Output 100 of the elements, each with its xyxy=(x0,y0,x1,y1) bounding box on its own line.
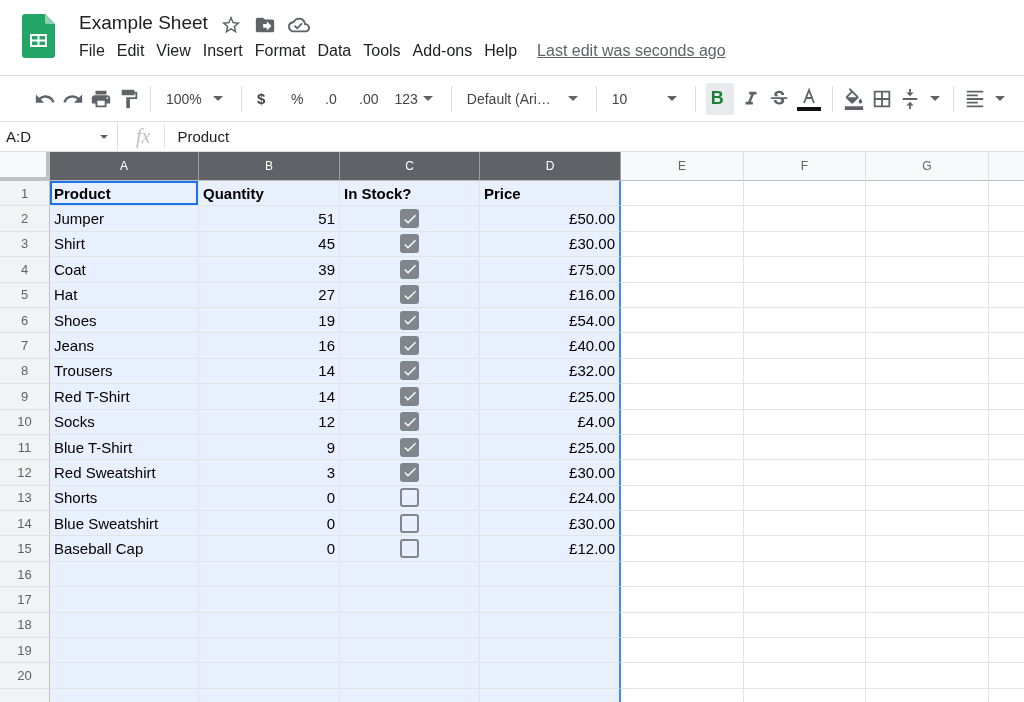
table-cell: Blue T-Shirt xyxy=(50,434,199,461)
row-header[interactable]: 15 xyxy=(0,536,50,562)
row-header[interactable]: 13 xyxy=(0,485,50,512)
dropdown-caret-icon xyxy=(994,96,1005,101)
table-header-cell: Quantity xyxy=(199,181,340,207)
dropdown-caret-icon xyxy=(213,96,223,101)
spreadsheet-logo xyxy=(22,14,55,58)
table-cell: Blue Sweatshirt xyxy=(50,511,199,537)
checkbox[interactable] xyxy=(400,513,419,533)
table-cell: Hat xyxy=(50,282,199,308)
column-header[interactable]: B xyxy=(199,152,340,181)
table-cell: £30.00 xyxy=(480,460,621,486)
column-header[interactable]: A xyxy=(50,152,199,181)
table-cell: 0 xyxy=(199,511,340,537)
table-header-cell: Price xyxy=(480,181,621,207)
dropdown-caret-icon xyxy=(100,134,108,139)
table-cell: 16 xyxy=(199,333,340,359)
function-label: fx xyxy=(118,125,166,148)
table-cell: £30.00 xyxy=(480,511,621,537)
checkbox[interactable] xyxy=(400,412,419,432)
checkbox[interactable] xyxy=(400,437,419,457)
menu-item[interactable]: Insert xyxy=(196,42,249,60)
table-cell: Coat xyxy=(50,257,199,283)
number-format-dropdown[interactable]: 123 xyxy=(389,82,441,115)
menu-item[interactable]: Data xyxy=(311,42,358,60)
table-cell: £16.00 xyxy=(480,282,621,308)
star-icon[interactable] xyxy=(219,14,242,36)
row-header[interactable]: 1 xyxy=(0,181,50,207)
column-header[interactable]: G xyxy=(866,152,989,181)
row-header[interactable]: 2 xyxy=(0,206,50,232)
table-cell: Red T-Shirt xyxy=(50,384,199,410)
font-dropdown[interactable]: Default (Ari… xyxy=(461,82,586,115)
column-header[interactable]: E xyxy=(621,152,744,181)
zoom-dropdown[interactable]: 100% xyxy=(161,82,231,115)
table-cell: 0 xyxy=(199,485,340,512)
checkbox[interactable] xyxy=(400,539,419,559)
row-header[interactable]: 11 xyxy=(0,434,50,461)
bold-button[interactable]: B xyxy=(705,82,734,115)
formula-field[interactable]: Product xyxy=(165,128,230,145)
checkbox[interactable] xyxy=(400,310,419,330)
checkbox[interactable] xyxy=(400,336,419,356)
checkbox[interactable] xyxy=(400,463,419,482)
checkbox[interactable] xyxy=(400,234,419,254)
row-header[interactable]: 18 xyxy=(0,612,50,639)
row-header[interactable]: 19 xyxy=(0,638,50,664)
row-header[interactable]: 9 xyxy=(0,384,50,410)
table-cell: £25.00 xyxy=(480,384,621,410)
checkbox[interactable] xyxy=(400,361,419,381)
column-header[interactable]: F xyxy=(744,152,866,181)
table-cell: Jumper xyxy=(50,206,199,232)
table-cell: 45 xyxy=(199,231,340,258)
table-cell: Shoes xyxy=(50,307,199,334)
table-cell: £30.00 xyxy=(480,231,621,258)
column-header[interactable]: C xyxy=(340,152,480,181)
row-header[interactable]: 4 xyxy=(0,257,50,283)
checkbox[interactable] xyxy=(400,285,419,305)
menu-item[interactable]: File xyxy=(73,42,111,60)
column-header[interactable]: D xyxy=(480,152,621,181)
menu-item[interactable]: Help xyxy=(478,42,524,60)
menu-item[interactable]: Tools xyxy=(357,42,407,60)
row-header[interactable]: 5 xyxy=(0,282,50,308)
row-header[interactable]: 14 xyxy=(0,511,50,537)
table-cell: Shorts xyxy=(50,485,199,512)
row-header[interactable]: 10 xyxy=(0,409,50,435)
checkbox[interactable] xyxy=(400,488,419,508)
font-size-dropdown[interactable]: 10 xyxy=(606,82,685,115)
table-cell: £50.00 xyxy=(480,206,621,232)
percent-button[interactable]: % xyxy=(286,82,314,115)
menu-item[interactable]: Add-ons xyxy=(406,42,479,60)
table-cell: Trousers xyxy=(50,358,199,385)
currency-button[interactable]: $ xyxy=(252,82,280,115)
row-header[interactable]: 17 xyxy=(0,587,50,613)
row-header[interactable]: 20 xyxy=(0,663,50,689)
fill-bucket-icon[interactable] xyxy=(842,87,865,110)
last-edit-link[interactable]: Last edit was seconds ago xyxy=(537,42,726,60)
checkbox[interactable] xyxy=(400,209,419,229)
table-cell: 14 xyxy=(199,384,340,410)
menu-item[interactable]: Edit xyxy=(110,42,151,60)
dropdown-caret-icon xyxy=(929,96,940,101)
table-cell: Baseball Cap xyxy=(50,536,199,562)
document-title[interactable]: Example Sheet xyxy=(79,12,208,34)
row-header[interactable]: 6 xyxy=(0,307,50,334)
checkbox[interactable] xyxy=(400,386,419,406)
table-cell: 51 xyxy=(199,206,340,232)
decrease-decimals-button[interactable]: .0 xyxy=(320,82,348,115)
row-header[interactable]: 3 xyxy=(0,231,50,258)
table-cell: 39 xyxy=(199,257,340,283)
row-header[interactable]: 16 xyxy=(0,561,50,588)
table-cell: 19 xyxy=(199,307,340,334)
row-header[interactable]: 8 xyxy=(0,358,50,385)
name-box[interactable]: A:D xyxy=(0,122,118,151)
row-header[interactable]: 12 xyxy=(0,460,50,486)
table-header-cell: Product xyxy=(50,181,199,207)
row-header[interactable]: 7 xyxy=(0,333,50,359)
checkbox[interactable] xyxy=(400,259,419,279)
menu-item[interactable]: Format xyxy=(248,42,312,60)
menu-item[interactable]: View xyxy=(150,42,197,60)
increase-decimals-button[interactable]: .00 xyxy=(354,82,384,115)
table-cell: Jeans xyxy=(50,333,199,359)
dropdown-caret-icon xyxy=(666,96,677,101)
